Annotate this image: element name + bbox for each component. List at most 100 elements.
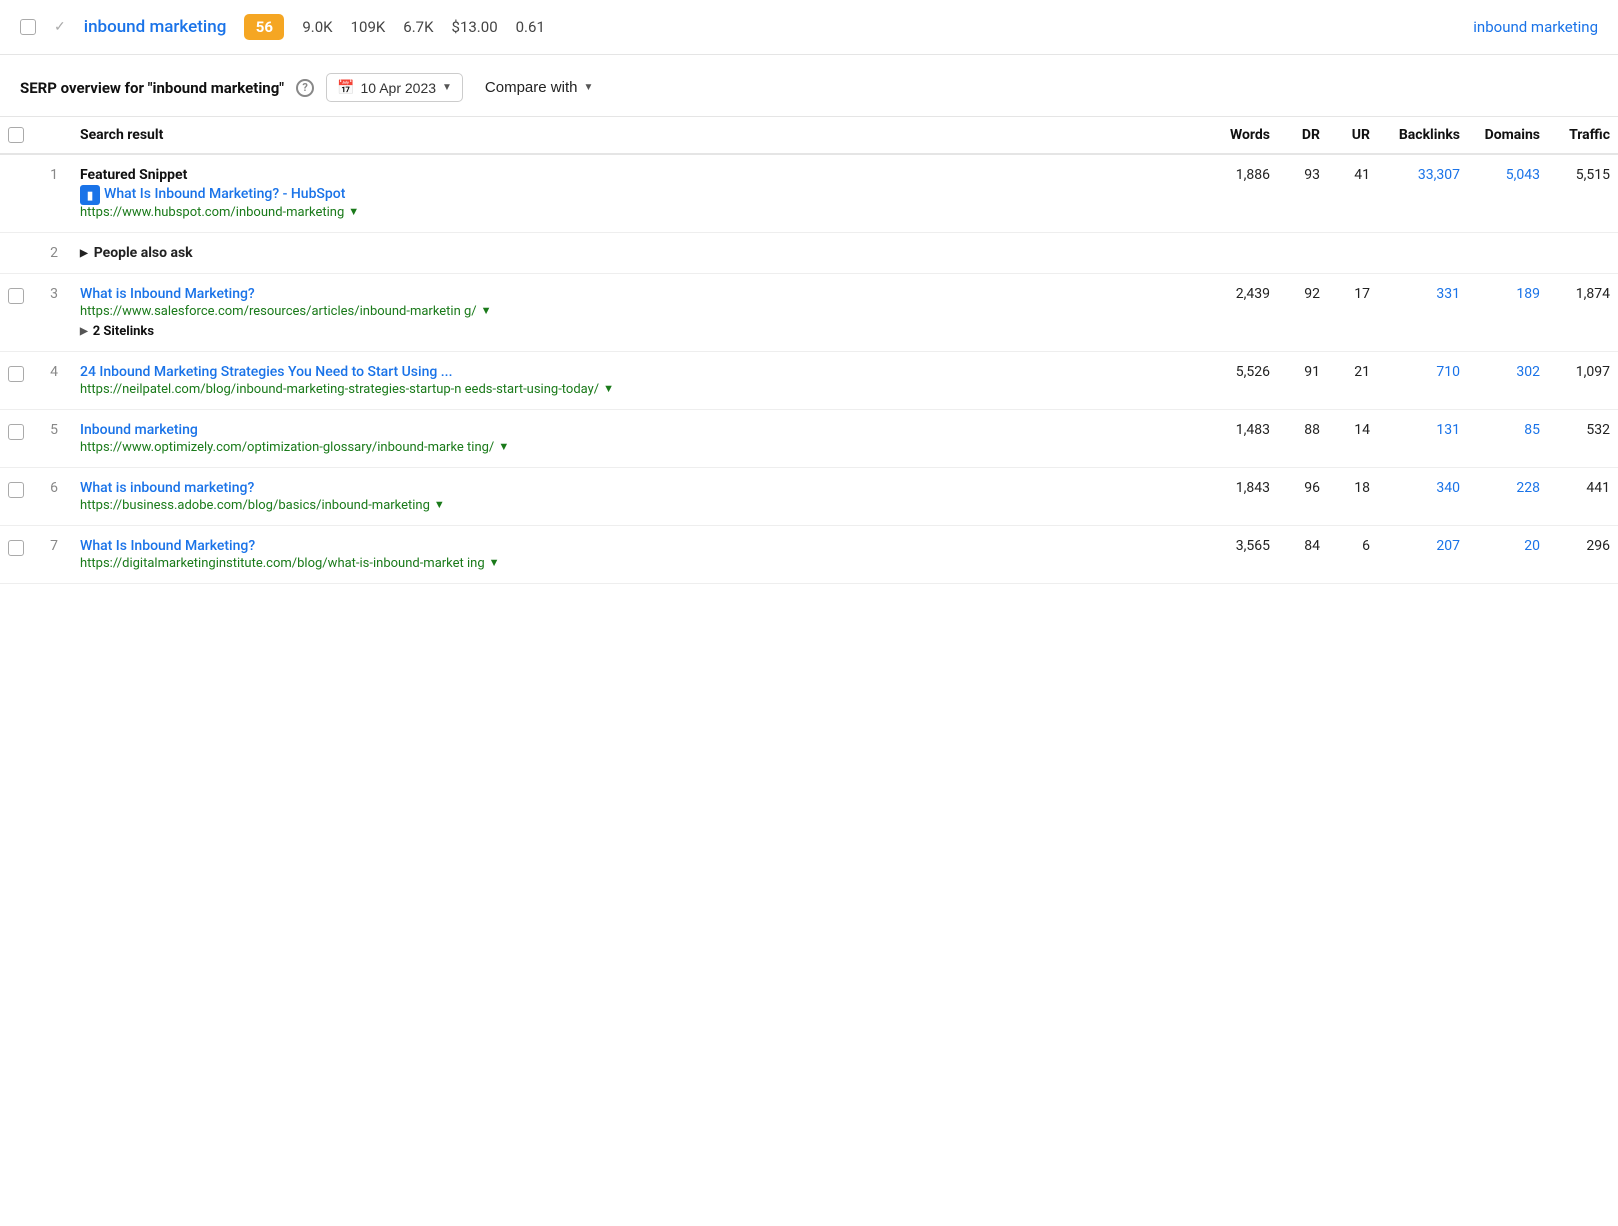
cell-num: 5: [36, 410, 72, 468]
domains-link[interactable]: 228: [1516, 480, 1540, 496]
backlinks-link[interactable]: 131: [1436, 422, 1460, 438]
compare-chevron-icon: ▼: [583, 82, 593, 93]
result-title-link[interactable]: What is inbound marketing?: [80, 480, 254, 496]
backlinks-link[interactable]: 207: [1436, 538, 1460, 554]
cell-words: 5,526: [1198, 352, 1278, 410]
result-title-link[interactable]: What is Inbound Marketing?: [80, 286, 255, 302]
cell-checkbox: [0, 154, 36, 233]
cell-num: 3: [36, 274, 72, 352]
stat-kd: 6.7K: [403, 18, 433, 36]
result-url: https://digitalmarketinginstitute.com/bl…: [80, 556, 1190, 571]
table-header-checkbox[interactable]: [8, 127, 24, 143]
th-ur: UR: [1328, 117, 1378, 154]
cell-backlinks: 33,307: [1378, 154, 1468, 233]
url-arrow-icon: ▼: [348, 205, 359, 218]
cell-traffic: 5,515: [1548, 154, 1618, 233]
cell-words: 2,439: [1198, 274, 1278, 352]
cell-people-ask: ▶ People also ask: [72, 233, 1618, 274]
th-words: Words: [1198, 117, 1278, 154]
cell-ur: 21: [1328, 352, 1378, 410]
th-traffic: Traffic: [1548, 117, 1618, 154]
cell-result: What Is Inbound Marketing? https://digita…: [72, 526, 1198, 584]
cell-checkbox: [0, 274, 36, 352]
backlinks-link[interactable]: 331: [1436, 286, 1460, 302]
backlinks-link[interactable]: 33,307: [1418, 167, 1460, 183]
cell-dr: 91: [1278, 352, 1328, 410]
people-ask-label: People also ask: [94, 245, 193, 261]
cell-domains: 189: [1468, 274, 1548, 352]
cell-checkbox: [0, 526, 36, 584]
serp-table: Search result Words DR UR Backlinks Doma…: [0, 117, 1618, 584]
table-row: 6What is inbound marketing?https://busin…: [0, 468, 1618, 526]
stat-cps: 0.61: [516, 18, 545, 36]
cell-checkbox: [0, 352, 36, 410]
cell-words: 1,843: [1198, 468, 1278, 526]
domains-link[interactable]: 20: [1524, 538, 1540, 554]
cell-backlinks: 710: [1378, 352, 1468, 410]
cell-checkbox: [0, 233, 36, 274]
cell-dr: 93: [1278, 154, 1328, 233]
result-title-link[interactable]: 24 Inbound Marketing Strategies You Need…: [80, 364, 452, 380]
calendar-icon: 📅: [337, 79, 354, 96]
cell-domains: 20: [1468, 526, 1548, 584]
people-ask-arrow: ▶: [80, 248, 88, 259]
domains-link[interactable]: 5,043: [1506, 167, 1540, 183]
row-checkbox[interactable]: [8, 288, 24, 304]
cell-ur: 17: [1328, 274, 1378, 352]
compare-with-button[interactable]: Compare with ▼: [475, 74, 603, 101]
stat-cpc: $13.00: [452, 18, 498, 36]
table-row: 1Featured Snippet▮What Is Inbound Market…: [0, 154, 1618, 233]
cell-traffic: 1,097: [1548, 352, 1618, 410]
row-checkbox[interactable]: [8, 482, 24, 498]
top-bar: ✓ inbound marketing 56 9.0K 109K 6.7K $1…: [0, 0, 1618, 55]
cell-backlinks: 331: [1378, 274, 1468, 352]
date-chevron-icon: ▼: [442, 82, 452, 93]
th-dr: DR: [1278, 117, 1328, 154]
cell-num: 7: [36, 526, 72, 584]
cell-domains: 228: [1468, 468, 1548, 526]
url-arrow-icon: ▼: [498, 440, 509, 453]
date-label: 10 Apr 2023: [361, 80, 437, 96]
cell-checkbox: [0, 410, 36, 468]
help-icon[interactable]: ?: [296, 79, 314, 97]
domains-link[interactable]: 189: [1516, 286, 1540, 302]
top-keyword-link[interactable]: inbound marketing: [84, 17, 227, 37]
cell-num: 2: [36, 233, 72, 274]
url-arrow-icon: ▼: [603, 382, 614, 395]
cell-words: 3,565: [1198, 526, 1278, 584]
serp-keyword: "inbound marketing": [148, 79, 284, 97]
cell-num: 1: [36, 154, 72, 233]
row-checkbox[interactable]: [8, 540, 24, 556]
backlinks-link[interactable]: 710: [1436, 364, 1460, 380]
domains-link[interactable]: 85: [1524, 422, 1540, 438]
result-url: https://neilpatel.com/blog/inbound-marke…: [80, 382, 1190, 397]
cell-dr: 88: [1278, 410, 1328, 468]
sitelinks-arrow-icon: ▶: [80, 326, 88, 337]
cell-traffic: 1,874: [1548, 274, 1618, 352]
cell-dr: 96: [1278, 468, 1328, 526]
result-url: https://www.hubspot.com/inbound-marketin…: [80, 205, 1190, 220]
people-also-ask: ▶ People also ask: [80, 245, 1610, 261]
row-checkbox[interactable]: [8, 366, 24, 382]
table-row: 5Inbound marketinghttps://www.optimizely…: [0, 410, 1618, 468]
result-url: https://business.adobe.com/blog/basics/i…: [80, 498, 1190, 513]
serp-overview-title: SERP overview for "inbound marketing": [20, 79, 284, 97]
row-checkbox[interactable]: [8, 424, 24, 440]
cell-words: 1,483: [1198, 410, 1278, 468]
date-picker-button[interactable]: 📅 10 Apr 2023 ▼: [326, 73, 463, 102]
backlinks-link[interactable]: 340: [1436, 480, 1460, 496]
keyword-link-right[interactable]: inbound marketing: [1473, 18, 1598, 36]
cell-ur: 14: [1328, 410, 1378, 468]
cell-dr: 84: [1278, 526, 1328, 584]
featured-icon: ▮: [80, 185, 100, 205]
cell-dr: 92: [1278, 274, 1328, 352]
cell-traffic: 296: [1548, 526, 1618, 584]
compare-label: Compare with: [485, 79, 578, 96]
checkmark-icon: ✓: [54, 19, 66, 35]
result-title-link[interactable]: What Is Inbound Marketing?: [80, 538, 255, 554]
result-title-link[interactable]: What Is Inbound Marketing? - HubSpot: [104, 186, 345, 202]
top-checkbox[interactable]: [20, 19, 36, 35]
result-title-link[interactable]: Inbound marketing: [80, 422, 198, 438]
cell-traffic: 441: [1548, 468, 1618, 526]
domains-link[interactable]: 302: [1516, 364, 1540, 380]
